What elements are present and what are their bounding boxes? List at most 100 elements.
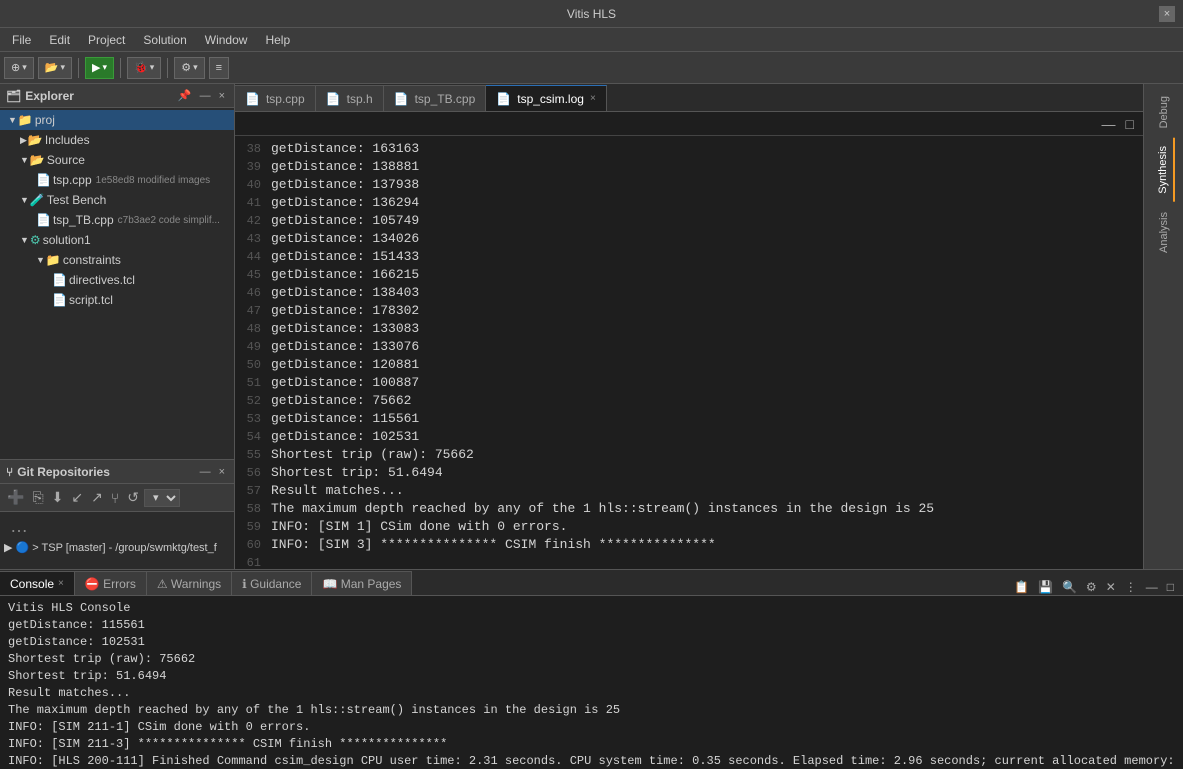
console-filter-button[interactable]: 🔍: [1059, 579, 1080, 595]
tree-item-solution1[interactable]: ▼ ⚙ solution1: [0, 230, 234, 250]
menu-file[interactable]: File: [4, 31, 39, 49]
tree-item-includes[interactable]: ▶ 📂 Includes: [0, 130, 234, 150]
git-repo-item[interactable]: ▶ 🔵 > TSP [master] - /group/swmktg/test_…: [4, 537, 230, 557]
console-tab-man-pages[interactable]: 📖 Man Pages: [312, 571, 412, 595]
line-content: getDistance: 133083: [271, 320, 1143, 338]
console-clear-button[interactable]: ✕: [1103, 579, 1119, 595]
explorer-close-button[interactable]: ×: [216, 88, 228, 103]
folder-icon: 📁: [18, 113, 33, 127]
explorer-pin-button[interactable]: 📌: [175, 88, 195, 103]
tree-item-script-tcl[interactable]: 📄 script.tcl: [0, 290, 234, 310]
line-number: 48: [235, 320, 271, 338]
tree-item-proj[interactable]: ▼ 📁 proj: [0, 110, 234, 130]
sidebar-tab-debug[interactable]: Debug: [1154, 88, 1174, 136]
line-number: 58: [235, 500, 271, 518]
menu-project[interactable]: Project: [80, 31, 133, 49]
tree-item-constraints[interactable]: ▼ 📁 constraints: [0, 250, 234, 270]
code-line: 38getDistance: 163163: [235, 140, 1143, 158]
git-close-button[interactable]: ×: [216, 465, 228, 479]
git-push-button[interactable]: ↗: [88, 488, 106, 507]
console-tab-label: Console: [10, 577, 54, 591]
solution-icon: ⚙: [30, 233, 41, 247]
settings-button[interactable]: ≡: [209, 57, 229, 79]
console-minimize-button[interactable]: —: [1143, 579, 1161, 595]
tab-tsp-cpp[interactable]: 📄 tsp.cpp: [235, 85, 316, 111]
left-panel: 🗂 Explorer 📌 — × ▼ 📁 proj: [0, 84, 235, 569]
code-line: 45getDistance: 166215: [235, 266, 1143, 284]
explorer-minimize-button[interactable]: —: [197, 88, 214, 103]
menu-edit[interactable]: Edit: [41, 31, 78, 49]
line-content: getDistance: 163163: [271, 140, 1143, 158]
chevron-icon: ▼: [36, 255, 45, 265]
chevron-icon: ▶: [20, 135, 27, 146]
menu-solution[interactable]: Solution: [135, 31, 194, 49]
sidebar-tab-analysis[interactable]: Analysis: [1154, 204, 1174, 261]
cpp-file-icon: 📄: [36, 173, 51, 187]
tree-item-meta: c7b3ae2 code simplif...: [118, 215, 220, 226]
chevron-icon: ▼: [20, 155, 29, 165]
line-content: getDistance: 138403: [271, 284, 1143, 302]
git-dropdown[interactable]: ▾: [144, 489, 180, 507]
console-save-button[interactable]: 💾: [1035, 579, 1056, 595]
tree-item-label: script.tcl: [69, 293, 113, 307]
menu-window[interactable]: Window: [197, 31, 256, 49]
editor-maximize-button[interactable]: □: [1123, 115, 1137, 133]
window-close-button[interactable]: ×: [1159, 6, 1175, 22]
line-number: 47: [235, 302, 271, 320]
sidebar-tab-synthesis[interactable]: Synthesis: [1153, 138, 1175, 202]
tab-tsp-csim-log[interactable]: 📄 tsp_csim.log ×: [486, 85, 607, 111]
tab-close-button[interactable]: ×: [590, 93, 596, 104]
console-copy-button[interactable]: 📋: [1011, 579, 1032, 595]
tab-tsp-h[interactable]: 📄 tsp.h: [316, 85, 384, 111]
console-line: getDistance: 115561: [8, 617, 1175, 634]
console-tab-warnings[interactable]: ⚠ Warnings: [147, 571, 232, 595]
git-add-button[interactable]: ➕: [4, 488, 27, 507]
line-number: 52: [235, 392, 271, 410]
line-number: 51: [235, 374, 271, 392]
git-more-button[interactable]: …: [4, 514, 34, 538]
git-pull-button[interactable]: ↙: [68, 488, 86, 507]
tree-item-tsp-tb-cpp[interactable]: 📄 tsp_TB.cpp c7b3ae2 code simplif...: [0, 210, 234, 230]
console-settings-button[interactable]: ⚙: [1083, 579, 1100, 595]
console-tab-guidance[interactable]: ℹ Guidance: [232, 571, 312, 595]
console-maximize-button[interactable]: □: [1164, 579, 1177, 595]
tree-item-source[interactable]: ▼ 📂 Source: [0, 150, 234, 170]
tree-item-tsp-cpp[interactable]: 📄 tsp.cpp 1e58ed8 modified images: [0, 170, 234, 190]
git-clone-button[interactable]: ⎘: [29, 488, 46, 507]
tree-item-testbench[interactable]: ▼ 🧪 Test Bench: [0, 190, 234, 210]
line-content: The maximum depth reached by any of the …: [271, 500, 1143, 518]
console-close-button[interactable]: ×: [58, 578, 64, 589]
tree-item-directives-tcl[interactable]: 📄 directives.tcl: [0, 270, 234, 290]
debug-button[interactable]: 🐞 ▾: [127, 57, 161, 79]
tree-item-label: proj: [35, 113, 55, 127]
build-button[interactable]: ⚙ ▾: [174, 57, 204, 79]
menu-help[interactable]: Help: [257, 31, 298, 49]
editor-top-bar: — □: [235, 112, 1143, 136]
console-tab-console[interactable]: Console ×: [0, 571, 75, 595]
console-tab-right-actions: 📋 💾 🔍 ⚙ ✕ ⋮ — □: [412, 579, 1183, 595]
git-fetch-button[interactable]: ⬇: [49, 488, 67, 507]
console-tab-label: 📖 Man Pages: [322, 577, 401, 591]
tree-item-label: Includes: [45, 133, 90, 147]
git-icon: ⑂: [6, 465, 13, 479]
open-button[interactable]: 📂 ▾: [38, 57, 72, 79]
new-button[interactable]: ⊕ ▾: [4, 57, 34, 79]
git-minimize-button[interactable]: —: [197, 465, 214, 479]
tab-tsp-tb-cpp[interactable]: 📄 tsp_TB.cpp: [384, 85, 487, 111]
git-branch-button[interactable]: ⑂: [108, 489, 122, 507]
code-line: 55Shortest trip (raw): 75662: [235, 446, 1143, 464]
line-number: 45: [235, 266, 271, 284]
line-number: 40: [235, 176, 271, 194]
explorer-header: 🗂 Explorer 📌 — ×: [0, 84, 234, 108]
console-options-button[interactable]: ⋮: [1122, 579, 1140, 595]
line-content: getDistance: 100887: [271, 374, 1143, 392]
editor-content[interactable]: 38getDistance: 16316339getDistance: 1388…: [235, 136, 1143, 569]
toolbar: ⊕ ▾ 📂 ▾ ▶ ▾ 🐞 ▾ ⚙ ▾ ≡: [0, 52, 1183, 84]
tab-label: tsp.h: [347, 92, 373, 106]
git-refresh-button[interactable]: ↺: [124, 488, 142, 507]
code-line: 48getDistance: 133083: [235, 320, 1143, 338]
console-tab-errors[interactable]: ⛔ Errors: [75, 571, 147, 595]
line-number: 50: [235, 356, 271, 374]
run-button[interactable]: ▶ ▾: [85, 57, 114, 79]
editor-minimize-button[interactable]: —: [1099, 115, 1119, 133]
